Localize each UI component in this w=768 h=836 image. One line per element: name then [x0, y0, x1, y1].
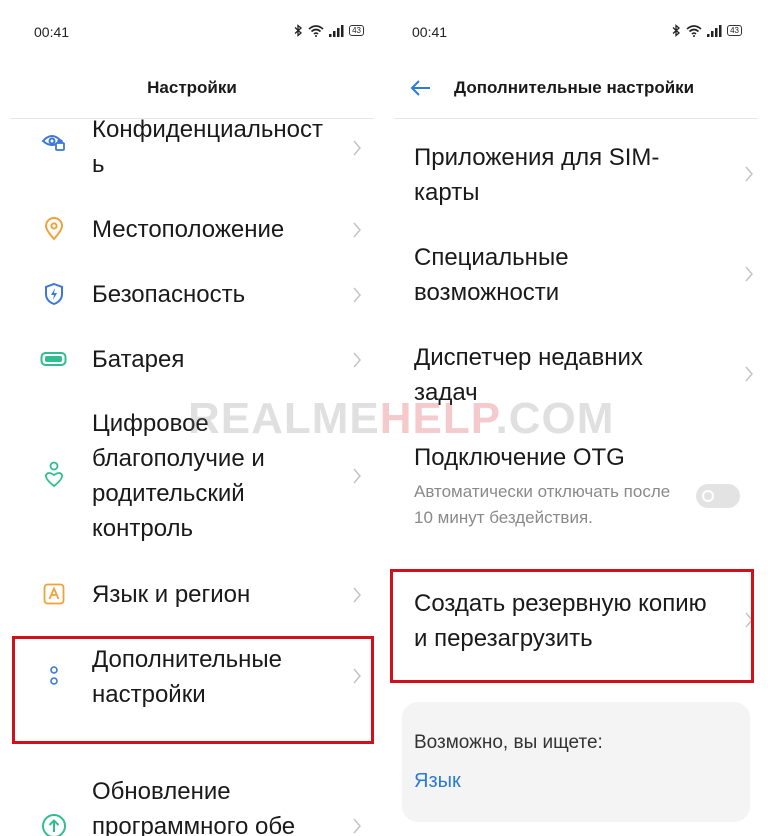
chevron-right-icon	[352, 352, 362, 368]
chevron-right-icon	[352, 222, 362, 238]
otg-toggle[interactable]	[696, 484, 740, 508]
battery-indicator: 43	[349, 25, 364, 36]
bluetooth-icon	[294, 24, 303, 37]
settings-item-accessibility[interactable]: Специальные возможности	[414, 240, 754, 312]
chevron-right-icon	[352, 287, 362, 303]
chevron-right-icon	[744, 366, 754, 382]
watermark-part: .COM	[495, 394, 615, 443]
chevron-right-icon	[352, 818, 362, 834]
settings-item-label: Конфиденциальность	[92, 116, 323, 178]
settings-item-security[interactable]: Безопасность	[0, 275, 384, 315]
suggestion-question: Возможно, вы ищете:	[414, 732, 603, 753]
wellbeing-heart-icon	[40, 461, 68, 489]
watermark-part: REALME	[188, 394, 380, 443]
status-bar: 00:41 43	[0, 24, 384, 44]
watermark-part: HELP	[379, 394, 496, 443]
settings-item-label: Безопасность	[92, 281, 246, 308]
settings-item-label: Приложения для SIM-карты	[414, 144, 660, 206]
suggestion-card: Возможно, вы ищете: Язык	[402, 702, 750, 822]
settings-item-location[interactable]: Местоположение	[0, 210, 384, 250]
battery-icon	[40, 345, 68, 373]
settings-item-update[interactable]: Обновление программного обе	[0, 774, 384, 836]
chevron-right-icon	[352, 587, 362, 603]
status-icons: 43	[294, 24, 364, 37]
page-title: Дополнительные настройки	[454, 78, 695, 97]
settings-item-battery[interactable]: Батарея	[0, 340, 384, 380]
settings-item-label: Язык и регион	[92, 581, 251, 608]
back-arrow-icon[interactable]	[410, 78, 432, 98]
page-title: Настройки	[147, 78, 237, 97]
highlight-frame	[390, 569, 754, 683]
signal-icon	[329, 24, 344, 37]
settings-item-label: Специальные возможности	[414, 244, 569, 306]
update-arrow-icon	[40, 812, 68, 836]
status-icons: 43	[672, 24, 742, 37]
signal-icon	[707, 24, 722, 37]
watermark: REALMEHELP.COM	[188, 394, 614, 444]
header-divider	[394, 118, 758, 119]
chevron-right-icon	[744, 166, 754, 182]
chevron-right-icon	[744, 266, 754, 282]
settings-item-privacy[interactable]: Конфиденциальность	[0, 112, 384, 192]
suggestion-link[interactable]: Язык	[414, 770, 461, 793]
shield-bolt-icon	[40, 280, 68, 308]
wifi-icon	[308, 24, 324, 37]
status-bar: 00:41 43	[384, 24, 768, 44]
settings-item-language[interactable]: Язык и регион	[0, 575, 384, 615]
battery-indicator: 43	[727, 25, 742, 36]
bluetooth-icon	[672, 24, 681, 37]
settings-item-sim-apps[interactable]: Приложения для SIM-карты	[414, 140, 754, 212]
status-time: 00:41	[34, 24, 70, 40]
highlight-frame	[12, 636, 374, 744]
chevron-right-icon	[352, 140, 362, 156]
privacy-eye-icon	[40, 128, 68, 156]
settings-item-label: Обновление программного обе	[92, 778, 296, 836]
chevron-right-icon	[352, 468, 362, 484]
wifi-icon	[686, 24, 702, 37]
location-pin-icon	[40, 215, 68, 243]
settings-item-description: Автоматически отключать после 10 минут б…	[414, 482, 671, 527]
settings-item-label: Местоположение	[92, 216, 285, 243]
language-a-icon	[40, 580, 68, 608]
status-time: 00:41	[412, 24, 448, 40]
settings-item-label: Батарея	[92, 346, 185, 373]
settings-item-label: Подключение OTG	[414, 444, 625, 471]
